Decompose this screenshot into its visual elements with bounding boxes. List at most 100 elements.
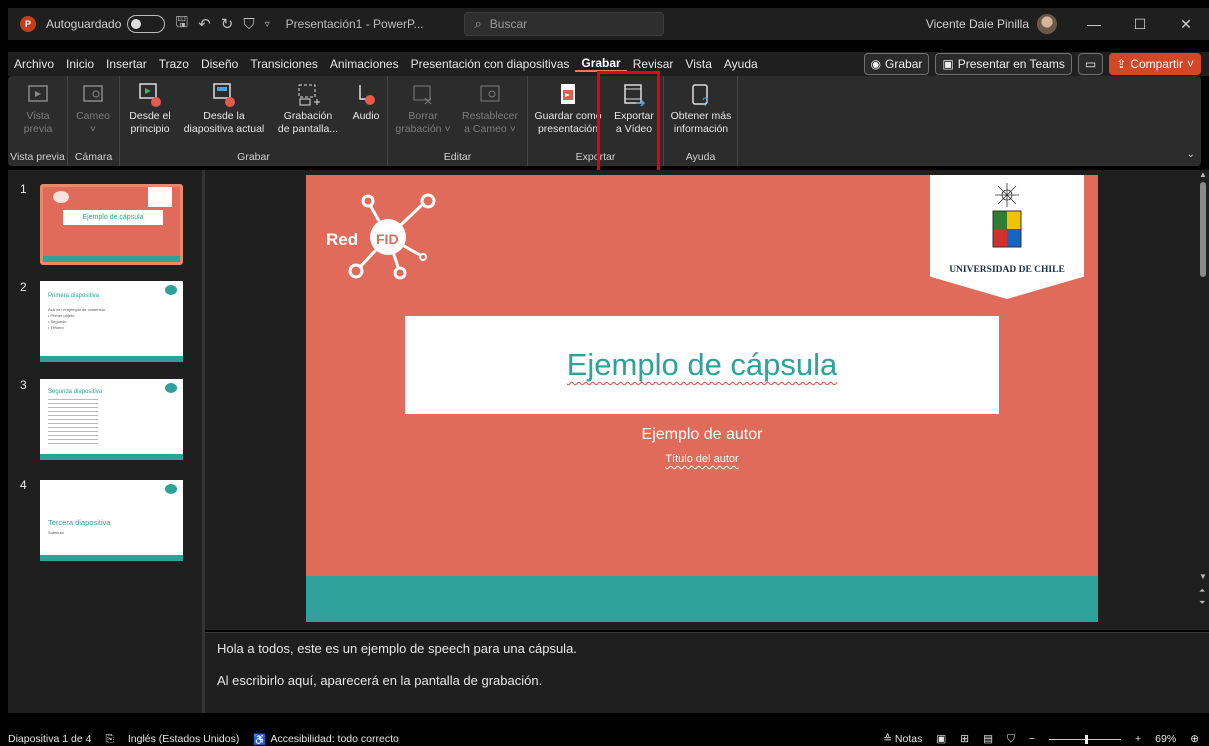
slide-sorter-icon[interactable]: ⊞: [960, 733, 969, 745]
thumb-number: 1: [20, 182, 27, 196]
present-teams-button[interactable]: ▣ Presentar en Teams: [935, 53, 1072, 75]
next-slide-icon[interactable]: ⏷: [1199, 598, 1205, 608]
comments-button[interactable]: ▭: [1077, 53, 1104, 75]
customize-quick-access-icon[interactable]: ▿: [265, 19, 270, 30]
fit-to-window-icon[interactable]: ⊕: [1190, 733, 1199, 745]
document-title: Presentación1 - PowerP...: [285, 17, 424, 31]
tab-trazo[interactable]: Trazo: [153, 57, 195, 71]
thumb-title: Tercera diapositiva: [48, 518, 111, 527]
title-placeholder[interactable]: Ejemplo de cápsula: [405, 316, 999, 414]
editor-scrollbar[interactable]: ▲ ▼ ⏶ ⏷: [1197, 170, 1209, 630]
screen-recording-button[interactable]: Grabación de pantalla...: [270, 80, 346, 136]
maximize-icon[interactable]: ☐: [1117, 16, 1163, 33]
notes-toggle-button[interactable]: ≙ Notas: [883, 733, 922, 745]
tab-diseno[interactable]: Diseño: [195, 57, 244, 71]
present-from-start-icon[interactable]: ⛉: [243, 16, 254, 33]
svg-text:?: ?: [702, 95, 709, 108]
search-placeholder: Buscar: [489, 17, 528, 31]
thumb-title: Primera diapositiva: [48, 293, 100, 299]
group-label-editar: Editar: [443, 151, 472, 163]
record-from-current-button[interactable]: Desde la diapositiva actual: [178, 80, 270, 136]
tab-animaciones[interactable]: Animaciones: [324, 57, 405, 71]
slideshow-icon[interactable]: ⛉: [1007, 733, 1015, 746]
undo-icon[interactable]: ↶: [198, 15, 211, 33]
get-more-info-button[interactable]: ? Obtener más información: [666, 80, 736, 136]
close-icon[interactable]: ✕: [1163, 16, 1209, 33]
zoom-level[interactable]: 69%: [1155, 733, 1176, 745]
scroll-down-icon[interactable]: ▼: [1199, 572, 1207, 581]
language-status[interactable]: Inglés (Estados Unidos): [128, 733, 239, 745]
record-from-current-icon: [178, 80, 270, 110]
export-video-highlight: [597, 71, 660, 175]
save-icon[interactable]: 🖫: [175, 12, 188, 37]
spelling-icon[interactable]: ⎘: [105, 733, 113, 746]
record-button[interactable]: ◉ Grabar: [863, 53, 930, 75]
slide-title: Ejemplo de cápsula: [566, 347, 838, 382]
group-ayuda: ? Obtener más información Ayuda: [664, 76, 738, 166]
record-from-start-button[interactable]: Desde el principio: [122, 80, 178, 136]
record-label: Grabar: [885, 57, 923, 71]
cameo-button[interactable]: Cameo ˅: [68, 80, 118, 136]
scrollbar-thumb[interactable]: [1200, 182, 1206, 277]
thumb-title: Segunda diapositiva: [48, 389, 103, 395]
audio-button[interactable]: Audio: [346, 80, 386, 123]
save-as-show-button[interactable]: Guardar como presentación: [532, 80, 604, 136]
slide-footer-bar: [306, 576, 1098, 622]
zoom-slider[interactable]: [1049, 734, 1122, 744]
search-box[interactable]: ⌕ Buscar: [463, 12, 664, 36]
get-more-info-label-2: información: [673, 123, 729, 135]
slide-thumbnail-3[interactable]: Segunda diapositiva: [40, 379, 183, 460]
accessibility-status[interactable]: Accesibilidad: todo correcto: [270, 733, 398, 745]
preview-label-2: previa: [23, 123, 53, 135]
record-from-current-label-2: diapositiva actual: [183, 123, 265, 135]
ribbon-collapse-chevron-icon[interactable]: ⌄: [1187, 149, 1195, 160]
speaker-notes[interactable]: Hola a todos, este es un ejemplo de spee…: [205, 632, 1209, 713]
thumb-number: 2: [20, 280, 27, 294]
minimize-icon[interactable]: —: [1071, 16, 1117, 32]
avatar[interactable]: [1037, 14, 1057, 34]
slide-thumbnail-1[interactable]: Ejemplo de cápsula: [40, 184, 183, 265]
preview-button[interactable]: Vista previa: [10, 80, 66, 136]
tab-inicio[interactable]: Inicio: [60, 57, 100, 71]
zoom-out-icon[interactable]: −: [1029, 733, 1035, 745]
tab-insertar[interactable]: Insertar: [100, 57, 153, 71]
reading-view-icon[interactable]: ▤: [983, 733, 993, 745]
tab-presentacion[interactable]: Presentación con diapositivas: [405, 57, 576, 71]
slide-author-title[interactable]: Título del autor: [306, 453, 1098, 465]
autosave-toggle[interactable]: [127, 15, 166, 33]
scroll-up-icon[interactable]: ▲: [1199, 170, 1207, 179]
thumb-teal-bar: [43, 256, 180, 262]
share-button[interactable]: ⇪ Compartir ˅: [1109, 53, 1201, 75]
slide-thumbnail-4[interactable]: Tercera diapositiva Subtítulo: [40, 480, 183, 561]
tab-ayuda[interactable]: Ayuda: [718, 57, 764, 71]
uchile-logo: UNIVERSIDAD DE CHILE: [930, 175, 1084, 299]
zoom-in-icon[interactable]: +: [1135, 733, 1141, 745]
share-icon: ⇪: [1116, 57, 1127, 71]
audio-label: Audio: [352, 110, 380, 122]
tab-vista[interactable]: Vista: [679, 57, 717, 71]
tab-transiciones[interactable]: Transiciones: [244, 57, 324, 71]
audio-icon: [346, 80, 386, 110]
tab-grabar[interactable]: Grabar: [575, 56, 627, 72]
tab-archivo[interactable]: Archivo: [8, 57, 60, 71]
previous-slide-icon[interactable]: ⏶: [1199, 586, 1205, 596]
group-label-vista-previa: Vista previa: [10, 151, 65, 163]
normal-view-icon[interactable]: ▣: [936, 733, 946, 745]
tab-revisar[interactable]: Revisar: [627, 57, 680, 71]
group-label-ayuda: Ayuda: [685, 151, 716, 163]
reset-cameo-button[interactable]: Restablecer a Cameo ˅: [456, 80, 524, 136]
reset-cameo-label-2: a Cameo ˅: [464, 123, 516, 135]
uchile-crest-icon: [992, 183, 1022, 248]
notes-line-1: Hola a todos, este es un ejemplo de spee…: [217, 641, 577, 656]
current-slide[interactable]: Red FID UNIVERSIDAD DE CHILE Ejemplo de …: [306, 175, 1098, 622]
slide-author[interactable]: Ejemplo de autor: [306, 426, 1098, 444]
user-name[interactable]: Vicente Daie Pinilla: [926, 17, 1029, 31]
title-bar: P Autoguardado 🖫 ↶ ↻ ⛉ ▿ Presentación1 -…: [8, 8, 1209, 40]
redfid-logo-mini: [165, 383, 177, 393]
clear-recording-button[interactable]: Borrar grabación ˅: [392, 80, 454, 136]
group-camara: Cameo ˅ Cámara: [68, 76, 120, 166]
slide-thumbnail-2[interactable]: Primera diapositiva Acá va un ejemplo de…: [40, 281, 183, 362]
redo-icon[interactable]: ↻: [221, 15, 234, 33]
thumb-subtitle: Subtítulo: [48, 530, 64, 535]
thumb-text-lines: [48, 399, 98, 447]
